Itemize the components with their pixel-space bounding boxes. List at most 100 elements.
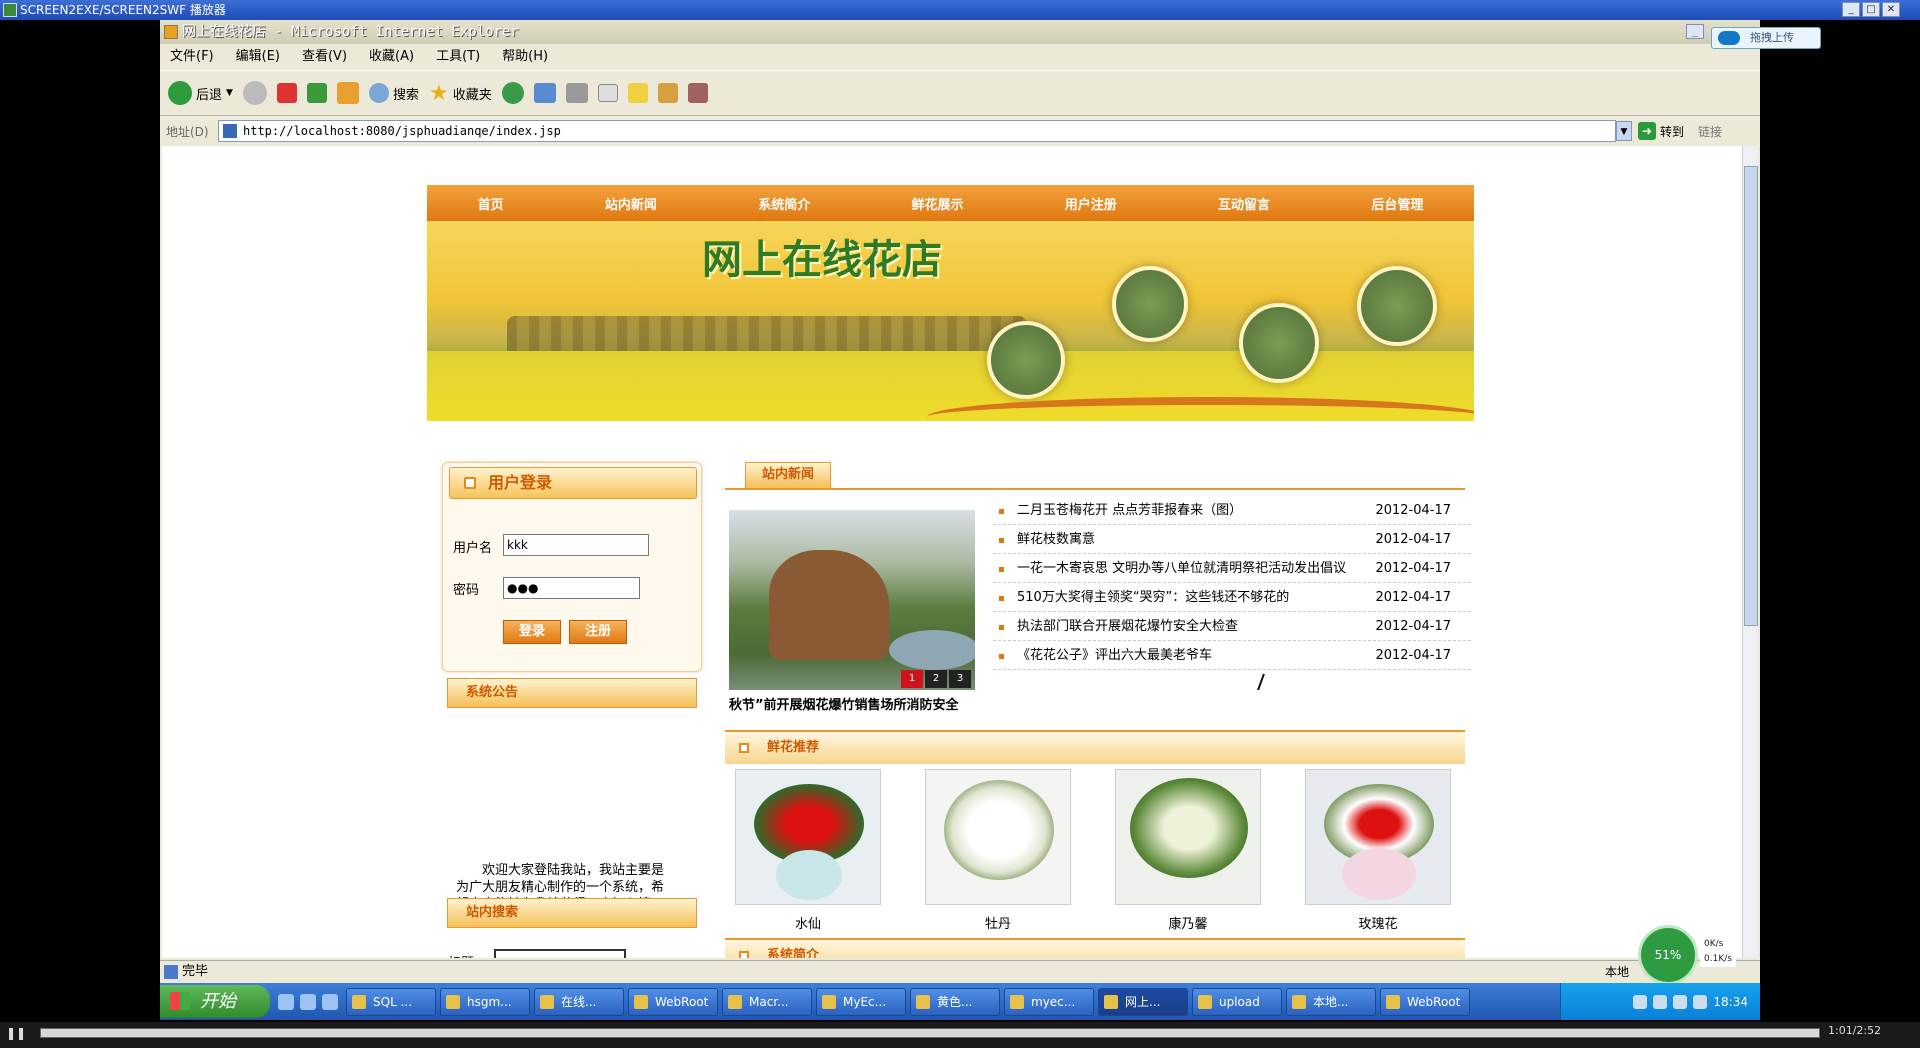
task-label: 黄色...: [937, 994, 973, 1009]
home-icon[interactable]: [336, 82, 359, 104]
flower-card[interactable]: 牡丹: [925, 769, 1071, 932]
task-button[interactable]: 本地...: [1286, 987, 1376, 1016]
maximize-button[interactable]: □: [1862, 2, 1880, 17]
news-item[interactable]: 执法部门联合开展烟花爆竹安全大检查 2012-04-17: [993, 612, 1471, 641]
links-label[interactable]: 链接: [1698, 123, 1722, 140]
menu-help[interactable]: 帮助(H): [502, 46, 548, 68]
start-button[interactable]: 开始: [160, 985, 270, 1018]
flower-image[interactable]: [735, 769, 881, 905]
task-button[interactable]: WebRoot: [1380, 987, 1470, 1016]
news-title[interactable]: 《花花公子》评出六大最美老爷车: [1017, 641, 1212, 670]
mail-icon[interactable]: [533, 83, 556, 103]
task-button-active[interactable]: 网上...: [1098, 987, 1188, 1016]
ie-minimize-button[interactable]: _: [1686, 24, 1704, 39]
news-title[interactable]: 鲜花枝数寓意: [1017, 525, 1095, 554]
news-title[interactable]: 一花一木寄哀思 文明办等八单位就清明祭祀活动发出倡议: [1017, 554, 1346, 583]
tray-icon[interactable]: [1673, 994, 1688, 1009]
menu-favorites[interactable]: 收藏(A): [369, 46, 414, 68]
search-title-input[interactable]: [494, 949, 626, 958]
news-title[interactable]: 二月玉苍梅花开 点点芳菲报春来（图）: [1017, 496, 1242, 525]
nav-flowers[interactable]: 鲜花展示: [911, 194, 963, 213]
discuss-icon[interactable]: [627, 83, 648, 103]
task-button[interactable]: 在线...: [534, 987, 624, 1016]
password-input[interactable]: ●●●: [503, 577, 640, 599]
task-button[interactable]: hsgm...: [440, 987, 530, 1016]
research-icon[interactable]: [687, 83, 708, 103]
flower-image[interactable]: [1115, 769, 1261, 905]
messenger-icon[interactable]: [657, 83, 678, 103]
print-icon[interactable]: [565, 83, 588, 103]
tray-icon[interactable]: [1653, 994, 1668, 1009]
edit-icon[interactable]: [597, 84, 618, 102]
flower-name[interactable]: 玫瑰花: [1305, 913, 1451, 932]
news-item[interactable]: 《花花公子》评出六大最美老爷车 2012-04-17: [993, 641, 1471, 670]
tray-icon[interactable]: [1633, 994, 1648, 1009]
search-button[interactable]: 搜索: [368, 83, 419, 103]
address-input[interactable]: http://localhost:8080/jsphuadianqe/index…: [218, 120, 1616, 142]
task-button[interactable]: SQL ...: [346, 987, 436, 1016]
history-icon[interactable]: [501, 82, 524, 104]
menu-edit[interactable]: 编辑(E): [236, 46, 280, 68]
nav-register[interactable]: 用户注册: [1065, 194, 1117, 213]
quick-launch-ie-icon[interactable]: [278, 993, 294, 1010]
news-item[interactable]: 鲜花枝数寓意 2012-04-17: [993, 525, 1471, 554]
news-title[interactable]: 510万大奖得主领奖“哭穷”：这些钱还不够花的: [1017, 583, 1289, 612]
flower-image[interactable]: [1305, 769, 1451, 905]
menu-tools[interactable]: 工具(T): [436, 46, 480, 68]
login-button[interactable]: 登录: [503, 620, 561, 644]
register-button[interactable]: 注册: [569, 620, 627, 644]
flower-name[interactable]: 牡丹: [925, 913, 1071, 932]
menu-file[interactable]: 文件(F): [170, 46, 214, 68]
folder-icon: [1198, 994, 1212, 1009]
refresh-icon[interactable]: [306, 83, 327, 103]
slide-caption[interactable]: 秋节”前开展烟花爆竹销售场所消防安全: [729, 694, 977, 713]
slide-number[interactable]: 3: [949, 670, 971, 688]
slide-number[interactable]: 2: [925, 670, 947, 688]
menu-view[interactable]: 查看(V): [302, 46, 347, 68]
favorites-button[interactable]: ★ 收藏夹: [429, 81, 492, 106]
task-button[interactable]: 黄色...: [910, 987, 1000, 1016]
flower-card[interactable]: 玫瑰花: [1305, 769, 1451, 932]
news-item[interactable]: 510万大奖得主领奖“哭穷”：这些钱还不够花的 2012-04-17: [993, 583, 1471, 612]
task-button[interactable]: WebRoot: [628, 987, 718, 1016]
stop-icon[interactable]: [276, 83, 297, 103]
nav-admin[interactable]: 后台管理: [1371, 194, 1423, 213]
news-slideshow[interactable]: 1 2 3: [729, 510, 975, 690]
go-button[interactable]: ➜ 转到: [1638, 122, 1684, 140]
minimize-button[interactable]: _: [1842, 2, 1860, 17]
tray-icon[interactable]: [1693, 994, 1708, 1009]
pause-icon[interactable]: ❚❚: [6, 1026, 30, 1040]
speed-gauge[interactable]: 51%: [1638, 925, 1698, 985]
flower-card[interactable]: 水仙: [735, 769, 881, 932]
forward-arrow-icon[interactable]: [242, 81, 267, 105]
slide-number[interactable]: 1: [901, 670, 923, 688]
back-button[interactable]: 后退 ▼: [168, 81, 233, 105]
nav-home[interactable]: 首页: [478, 194, 504, 213]
upload-badge[interactable]: 拖拽上传: [1711, 27, 1821, 49]
flower-card[interactable]: 康乃馨: [1115, 769, 1261, 932]
vertical-scrollbar[interactable]: [1742, 146, 1758, 958]
task-button[interactable]: myec...: [1004, 987, 1094, 1016]
task-button[interactable]: MyEc...: [816, 987, 906, 1016]
player-seek-bar[interactable]: [40, 1028, 1820, 1038]
nav-news[interactable]: 站内新闻: [605, 194, 657, 213]
task-label: WebRoot: [1407, 994, 1461, 1009]
news-tab[interactable]: 站内新闻: [745, 462, 831, 488]
news-item[interactable]: 二月玉苍梅花开 点点芳菲报春来（图） 2012-04-17: [993, 496, 1471, 525]
task-button[interactable]: upload: [1192, 987, 1282, 1016]
nav-intro[interactable]: 系统简介: [758, 194, 810, 213]
news-title[interactable]: 执法部门联合开展烟花爆竹安全大检查: [1017, 612, 1238, 641]
username-input[interactable]: kkk: [503, 534, 649, 556]
scroll-thumb[interactable]: [1744, 166, 1758, 626]
flower-name[interactable]: 康乃馨: [1115, 913, 1261, 932]
quick-launch-desktop-icon[interactable]: [300, 993, 316, 1010]
news-item[interactable]: 一花一木寄哀思 文明办等八单位就清明祭祀活动发出倡议 2012-04-17: [993, 554, 1471, 583]
task-button[interactable]: Macr...: [722, 987, 812, 1016]
nav-messages[interactable]: 互动留言: [1218, 194, 1270, 213]
flower-image[interactable]: [925, 769, 1071, 905]
back-dropdown-icon[interactable]: ▼: [226, 88, 233, 98]
quick-launch-media-icon[interactable]: [322, 993, 338, 1010]
flower-name[interactable]: 水仙: [735, 913, 881, 932]
close-button[interactable]: ✕: [1882, 2, 1900, 17]
address-dropdown-icon[interactable]: ▼: [1616, 121, 1632, 141]
